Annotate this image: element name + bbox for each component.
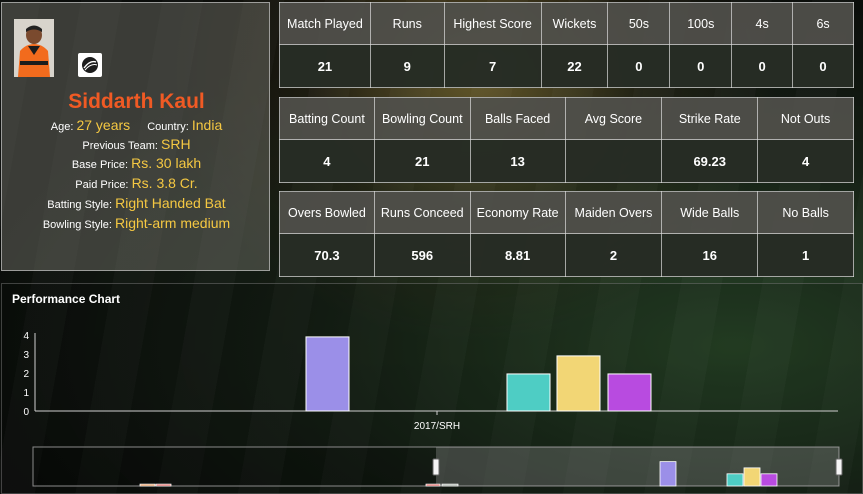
base-price-value: Rs. 30 lakh [131, 155, 202, 171]
value-cell [564, 139, 663, 183]
value-cell: 4 [279, 139, 375, 183]
table-row: 4 21 13 69.23 4 [279, 139, 854, 183]
header-cell: Maiden Overs [564, 191, 663, 234]
overview-brush[interactable] [436, 447, 839, 486]
bowling-style-label: Bowling Style: [42, 219, 112, 231]
overview-bar [743, 467, 761, 487]
bowling-style-row: Bowling Style: Right-arm medium [2, 215, 271, 231]
header-cell: Not Outs [757, 97, 854, 140]
value-cell: 0 [607, 44, 671, 88]
value-cell: 2 [564, 233, 663, 277]
brush-handle-right[interactable] [835, 458, 843, 476]
career-stats-table: Match Played Runs Highest Score Wickets … [279, 2, 854, 88]
header-cell: Balls Faced [469, 97, 566, 140]
value-cell: 0 [731, 44, 794, 88]
overview-bar [139, 483, 156, 487]
header-cell: Match Played [279, 2, 371, 45]
paid-price-value: Rs. 3.8 Cr. [131, 175, 198, 191]
bowling-style-value: Right-arm medium [115, 215, 231, 231]
player-photo [14, 19, 54, 77]
overview-bar [760, 473, 778, 487]
overview-bar [441, 483, 459, 487]
player-profile-card: Siddarth Kaul Age: 27 years Country: Ind… [1, 2, 270, 271]
header-cell: 50s [607, 2, 671, 45]
country-label: Country: [147, 121, 189, 133]
batting-style-label: Batting Style: [47, 199, 113, 211]
overview-bar [155, 483, 172, 487]
age-label: Age: [50, 121, 74, 133]
value-cell: 8.81 [469, 233, 566, 277]
header-cell: Runs Conceed [373, 191, 471, 234]
chart-bar[interactable] [305, 336, 350, 412]
header-cell: Strike Rate [661, 97, 759, 140]
value-cell: 13 [469, 139, 566, 183]
header-cell: Overs Bowled [279, 191, 375, 234]
header-cell: Batting Count [279, 97, 375, 140]
value-cell: 4 [757, 139, 854, 183]
y-tick-label: 0 [23, 407, 29, 418]
header-cell: No Balls [757, 191, 854, 234]
y-tick-label: 1 [23, 388, 29, 399]
overview-bar [425, 483, 441, 487]
value-cell: 22 [540, 44, 609, 88]
table-header-row: Match Played Runs Highest Score Wickets … [279, 2, 854, 45]
chart-bar[interactable] [556, 355, 601, 412]
age-country-row: Age: 27 years Country: India [2, 117, 271, 133]
value-cell: 16 [661, 233, 759, 277]
bowling-stats-table: Overs Bowled Runs Conceed Economy Rate M… [279, 191, 854, 277]
header-cell: 100s [669, 2, 733, 45]
batting-style-value: Right Handed Bat [115, 195, 226, 211]
paid-price-label: Paid Price: [75, 179, 129, 191]
overview-bar [726, 473, 744, 487]
header-cell: Economy Rate [469, 191, 566, 234]
age-value: 27 years [76, 117, 131, 133]
header-cell: 4s [731, 2, 794, 45]
value-cell: 1 [757, 233, 854, 277]
previous-team-label: Previous Team: [82, 140, 158, 152]
batting-style-row: Batting Style: Right Handed Bat [2, 195, 271, 211]
value-cell: 596 [373, 233, 471, 277]
value-cell: 21 [373, 139, 471, 183]
country-value: India [191, 117, 223, 133]
value-cell: 70.3 [279, 233, 375, 277]
previous-team-value: SRH [161, 136, 191, 152]
table-header-row: Overs Bowled Runs Conceed Economy Rate M… [279, 191, 854, 234]
performance-chart: 0 1 2 3 4 2017/SRH [23, 331, 843, 487]
header-cell: Runs [369, 2, 445, 45]
value-cell: 0 [792, 44, 854, 88]
performance-chart-panel: 0 1 2 3 4 2017/SRH Performance Chart [1, 283, 863, 494]
header-cell: Avg Score [564, 97, 663, 140]
header-cell: Wide Balls [661, 191, 759, 234]
value-cell: 7 [443, 44, 542, 88]
header-cell: Bowling Count [373, 97, 471, 140]
table-row: 21 9 7 22 0 0 0 0 [279, 44, 854, 88]
previous-team-row: Previous Team: SRH [2, 136, 271, 152]
value-cell: 9 [369, 44, 445, 88]
overview-bar [659, 461, 677, 487]
paid-price-row: Paid Price: Rs. 3.8 Cr. [2, 175, 271, 191]
player-name: Siddarth Kaul [68, 90, 205, 113]
y-tick-label: 3 [23, 350, 29, 361]
header-cell: Wickets [540, 2, 609, 45]
header-cell: 6s [792, 2, 854, 45]
value-cell: 69.23 [661, 139, 759, 183]
table-row: 70.3 596 8.81 2 16 1 [279, 233, 854, 277]
batting-stats-table: Batting Count Bowling Count Balls Faced … [279, 97, 854, 183]
base-price-row: Base Price: Rs. 30 lakh [2, 155, 271, 171]
brush-handle-left[interactable] [432, 458, 440, 476]
chart-bar[interactable] [607, 373, 652, 412]
header-cell: Highest Score [443, 2, 542, 45]
chart-title: Performance Chart [12, 292, 121, 306]
value-cell: 21 [279, 44, 371, 88]
team-logo-icon [78, 53, 102, 77]
x-tick-label: 2017/SRH [414, 421, 460, 432]
y-tick-label: 4 [23, 331, 29, 342]
chart-bar[interactable] [506, 373, 551, 412]
y-tick-label: 2 [23, 369, 29, 380]
table-header-row: Batting Count Bowling Count Balls Faced … [279, 97, 854, 140]
value-cell: 0 [669, 44, 733, 88]
base-price-label: Base Price: [71, 159, 129, 171]
